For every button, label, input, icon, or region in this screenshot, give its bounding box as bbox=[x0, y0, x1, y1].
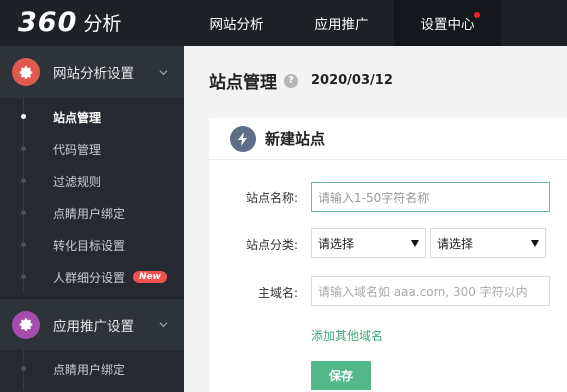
sidebar-menu-site-analysis: 站点管理 代码管理 过滤规则 点睛用户绑定 转化目标设置 人群细分设置 New bbox=[0, 98, 184, 293]
help-icon[interactable]: ? bbox=[284, 73, 298, 88]
timeline-dot bbox=[21, 178, 26, 183]
chevron-down-icon bbox=[159, 322, 168, 328]
page-header: 站点管理 ? 2020/03/12 bbox=[209, 68, 393, 93]
timeline-dot bbox=[21, 274, 26, 279]
select-value: 请选择 bbox=[318, 236, 355, 251]
category-select-secondary[interactable]: 请选择 bbox=[430, 228, 546, 258]
logo-text: 分析 bbox=[83, 12, 122, 35]
sidebar-item-audience-segments[interactable]: 人群细分设置 New bbox=[0, 261, 184, 293]
timeline-dot bbox=[21, 146, 26, 151]
sidebar-group-title: 应用推广设置 bbox=[53, 318, 134, 335]
nav-item-label: 设置中心 bbox=[420, 17, 475, 33]
domain-label: 主域名: bbox=[257, 286, 298, 300]
page-title: 站点管理 bbox=[209, 73, 277, 93]
main-content: 站点管理 ? 2020/03/12 新建站点 站点名称: 请输入1-50字符名称… bbox=[184, 46, 567, 392]
sidebar: 网站分析设置 站点管理 代码管理 过滤规则 点睛用户绑定 转化目标设置 人群细分… bbox=[0, 46, 184, 392]
sidebar-item-label: 点睛用户绑定 bbox=[53, 362, 126, 377]
sidebar-item-label: 站点管理 bbox=[53, 110, 102, 125]
sidebar-item-label: 转化目标设置 bbox=[53, 238, 126, 253]
timeline-dot bbox=[21, 210, 26, 215]
logo-number: 360 bbox=[18, 6, 78, 38]
sidebar-group-site-analysis-settings[interactable]: 网站分析设置 bbox=[0, 46, 184, 98]
site-category-label: 站点分类: bbox=[245, 238, 298, 252]
category-select-primary[interactable]: 请选择 bbox=[311, 228, 426, 258]
timeline-dot bbox=[21, 114, 26, 119]
gear-icon bbox=[12, 310, 40, 339]
sidebar-item-filter-rules[interactable]: 过滤规则 bbox=[0, 165, 184, 197]
sidebar-item-conversion-goals[interactable]: 转化目标设置 bbox=[0, 229, 184, 261]
domain-input[interactable]: 请输入域名如 aaa.com, 300 字符以内 bbox=[311, 276, 550, 306]
sidebar-group-title: 网站分析设置 bbox=[53, 66, 134, 82]
dropdown-arrow-icon bbox=[411, 240, 419, 247]
sidebar-item-label: 人群细分设置 bbox=[53, 270, 126, 285]
sidebar-item-label: 点睛用户绑定 bbox=[53, 206, 126, 221]
sidebar-item-app-dianjing-binding[interactable]: 点睛用户绑定 bbox=[0, 353, 184, 385]
logo[interactable]: 360 分析 bbox=[18, 6, 122, 38]
nav-item-app-promotion[interactable]: 应用推广 bbox=[289, 0, 394, 46]
top-bar: 360 分析 网站分析 应用推广 设置中心 bbox=[0, 0, 567, 46]
sidebar-item-dianjing-binding[interactable]: 点睛用户绑定 bbox=[0, 197, 184, 229]
card-header: 新建站点 bbox=[209, 118, 567, 160]
select-value: 请选择 bbox=[437, 236, 474, 251]
sidebar-item-label: 过滤规则 bbox=[53, 174, 102, 189]
nav-item-settings-center[interactable]: 设置中心 bbox=[394, 0, 501, 46]
lightning-icon bbox=[230, 125, 256, 152]
add-domain-link[interactable]: 添加其他域名 bbox=[311, 327, 383, 344]
chevron-down-icon bbox=[159, 69, 168, 75]
sidebar-item-code-management[interactable]: 代码管理 bbox=[0, 133, 184, 165]
sidebar-menu-app-promotion: 点睛用户绑定 bbox=[0, 350, 184, 390]
new-site-card: 新建站点 站点名称: 请输入1-50字符名称 站点分类: 请选择 请选择 主域名… bbox=[209, 118, 567, 392]
new-badge: New bbox=[133, 271, 167, 283]
site-name-input[interactable]: 请输入1-50字符名称 bbox=[311, 182, 550, 212]
dropdown-arrow-icon bbox=[531, 240, 539, 247]
gear-icon bbox=[12, 58, 40, 86]
sidebar-item-label: 代码管理 bbox=[53, 142, 102, 157]
timeline-dot bbox=[21, 242, 26, 247]
sidebar-item-site-management[interactable]: 站点管理 bbox=[0, 101, 184, 133]
site-name-label: 站点名称: bbox=[245, 191, 298, 205]
page-date: 2020/03/12 bbox=[311, 73, 393, 88]
sidebar-group-app-promotion-settings[interactable]: 应用推广设置 bbox=[0, 298, 184, 350]
main-nav: 网站分析 应用推广 设置中心 bbox=[184, 0, 501, 46]
notification-dot bbox=[474, 12, 480, 18]
card-title: 新建站点 bbox=[265, 130, 326, 148]
save-button[interactable]: 保存 bbox=[311, 361, 371, 390]
nav-item-site-analysis[interactable]: 网站分析 bbox=[184, 0, 289, 46]
timeline-dot bbox=[21, 366, 26, 371]
